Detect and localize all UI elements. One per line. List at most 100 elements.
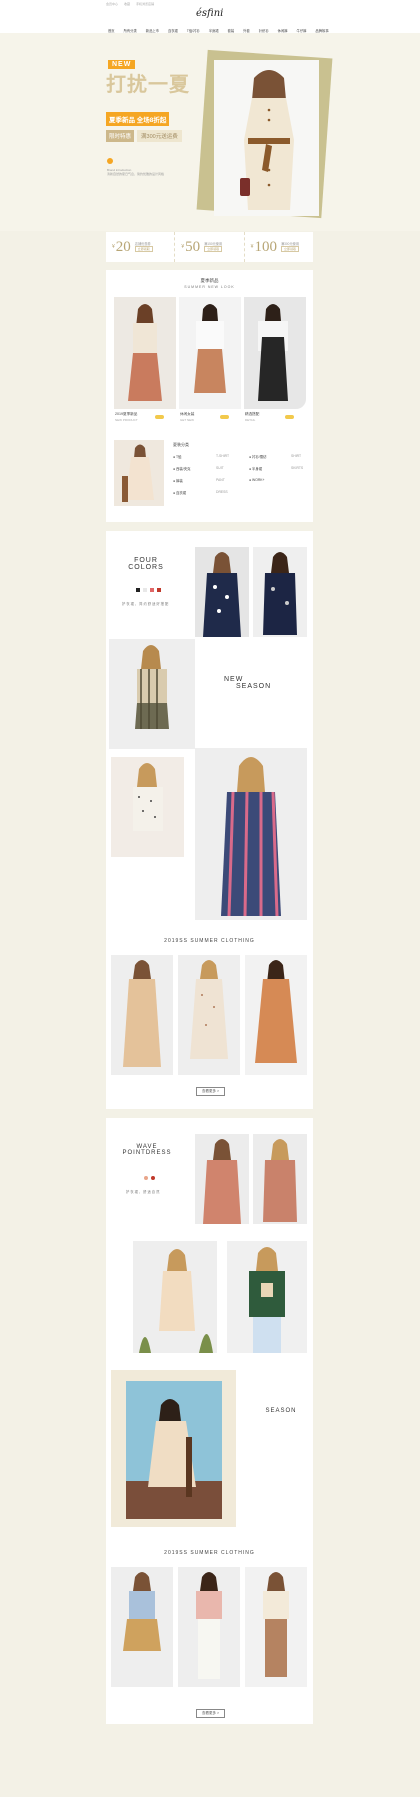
category-item[interactable]: ● WORK+	[249, 478, 265, 482]
coupon-info: 满150元使用 立即领取	[204, 242, 222, 252]
product-image[interactable]	[195, 547, 249, 637]
hero-subtitle: 夏季新品 全场8折起	[106, 112, 170, 126]
product-image[interactable]	[227, 1241, 307, 1353]
product-image[interactable]	[109, 639, 195, 749]
top-link[interactable]: 会员中心	[106, 2, 118, 6]
color-swatch[interactable]	[144, 1176, 148, 1180]
cat-name: 连衣裙	[176, 491, 187, 495]
product-image[interactable]	[178, 1567, 240, 1687]
coupon-info: 满300元使用 立即领取	[280, 242, 299, 252]
category-photo[interactable]	[114, 440, 164, 506]
header: 会员中心 收藏 手机浏览店铺 ésfini 首页 所有分类 新品上市 连衣裙 T…	[0, 0, 420, 33]
category-item[interactable]: ● 裤装	[173, 478, 183, 483]
title-line: FOUR	[134, 557, 158, 564]
cat-name: T恤	[175, 455, 182, 459]
color-swatch[interactable]	[151, 1176, 155, 1180]
color-swatch[interactable]	[136, 588, 140, 592]
promo-tag: 限时特惠	[106, 130, 135, 142]
four-colors-section: FOUR COLORS 护衣裙，简约舒适好搭配 NEW SEASON 2019S…	[106, 531, 313, 1109]
product-image[interactable]	[253, 1134, 307, 1224]
cat-name: 衬衫/雪纺	[252, 455, 267, 459]
title-line: POINTDRESS	[122, 1150, 172, 1156]
coupon-bar: ¥ 20 店铺优惠券 立即领取 ¥ 50 满150元使用 立即领取 ¥ 100 …	[106, 232, 313, 262]
coupon-item[interactable]: ¥ 100 满300元使用 立即领取	[245, 232, 313, 262]
product-image[interactable]	[114, 297, 176, 409]
more-button[interactable]: 查看更多 >	[196, 1087, 226, 1096]
section-title-cn: 夏季新品	[200, 278, 219, 283]
brand-logo[interactable]: ésfini	[196, 8, 223, 19]
wave-caption: 护衣裙，舒适自然	[126, 1190, 161, 1194]
top-link[interactable]: 收藏	[124, 2, 130, 6]
claim-button[interactable]: 立即领取	[280, 246, 299, 252]
clothing-title: 2019SS SUMMER CLOTHING	[164, 938, 255, 944]
clothing-title: 2019SS SUMMER CLOTHING	[164, 1550, 255, 1556]
cat-name: 裤装	[176, 479, 183, 483]
coupon-info: 店铺优惠券 立即领取	[134, 242, 153, 252]
product-image[interactable]	[111, 757, 184, 857]
currency-symbol: ¥	[250, 244, 254, 250]
category-en: PANT	[216, 478, 225, 482]
top-links: 会员中心 收藏 手机浏览店铺	[106, 2, 154, 6]
category-item[interactable]: ● 衬衫/雪纺	[249, 454, 267, 459]
title-line: COLORS	[128, 564, 164, 571]
product-image[interactable]	[245, 955, 307, 1075]
color-swatch[interactable]	[150, 588, 154, 592]
four-colors-caption: 护衣裙，简约舒适好搭配	[122, 602, 170, 606]
category-item[interactable]: ● 西装/夹克	[173, 466, 191, 471]
product-name[interactable]: 精选搭配	[245, 412, 259, 417]
summer-new-section: 夏季新品 SUMMER NEW LOOK 2019夏季新品 NEW PRODUC…	[106, 270, 313, 522]
pill-icon[interactable]	[155, 415, 164, 419]
product-name[interactable]: 2019夏季新品	[115, 412, 137, 417]
category-item[interactable]: ● T恤	[173, 454, 181, 459]
product-image[interactable]	[195, 1134, 249, 1224]
category-en: SHIRT	[291, 454, 302, 458]
product-image[interactable]	[253, 547, 307, 637]
product-name[interactable]: 休闲女装	[180, 412, 194, 417]
product-image[interactable]	[195, 748, 307, 920]
color-swatch[interactable]	[143, 588, 147, 592]
category-en: SKIRTS	[291, 466, 304, 470]
brand-intro: Brand introduction 清新自然的夏日气息，简约优雅的设计风格	[107, 168, 177, 176]
product-image[interactable]	[244, 297, 306, 409]
coupon-amount: 100	[254, 238, 277, 255]
promo-text: 满300元送运费	[137, 130, 182, 142]
coupon-amount: 20	[115, 238, 131, 255]
category-item[interactable]: ● 连衣裙	[173, 490, 186, 495]
product-en: DETAIL	[245, 418, 256, 422]
more-button[interactable]: 查看更多 >	[196, 1709, 226, 1718]
product-image[interactable]	[111, 955, 173, 1075]
wave-title: WAVE POINTDRESS	[118, 1144, 176, 1156]
store-page: 会员中心 收藏 手机浏览店铺 ésfini 首页 所有分类 新品上市 连衣裙 T…	[0, 0, 420, 1797]
product-image[interactable]	[178, 955, 240, 1075]
four-colors-title: FOUR COLORS	[116, 557, 176, 571]
claim-button[interactable]: 立即领取	[204, 246, 223, 252]
pill-icon[interactable]	[220, 415, 229, 419]
product-image[interactable]	[133, 1241, 217, 1353]
hero-title: 打扰一夏	[106, 74, 190, 96]
hero-model-photo[interactable]	[214, 60, 319, 216]
product-en: NEW PRODUCT	[115, 418, 138, 422]
category-en: T-SHIRT	[216, 454, 230, 458]
category-item[interactable]: ● 半身裙	[249, 466, 262, 471]
product-image[interactable]	[111, 1567, 173, 1687]
brand-intro-text: 清新自然的夏日气息，简约优雅的设计风格	[107, 172, 165, 176]
dot-icon	[107, 158, 113, 164]
product-image[interactable]	[126, 1381, 222, 1519]
cat-name: 半身裙	[252, 467, 263, 471]
color-swatch[interactable]	[157, 588, 161, 592]
category-en: DRESS	[216, 490, 228, 494]
season-title: SEASON	[265, 1408, 297, 1414]
currency-symbol: ¥	[181, 244, 185, 250]
product-en: GET NEW	[180, 418, 194, 422]
new-season-title: NEW SEASON	[224, 676, 284, 690]
cat-name: WORK+	[252, 478, 265, 482]
pill-icon[interactable]	[285, 415, 294, 419]
coupon-item[interactable]: ¥ 50 满150元使用 立即领取	[175, 232, 245, 262]
product-image[interactable]	[245, 1567, 307, 1687]
cat-name: 西装/夹克	[176, 467, 191, 471]
coupon-item[interactable]: ¥ 20 店铺优惠券 立即领取	[106, 232, 176, 262]
product-image[interactable]	[179, 297, 241, 409]
claim-button[interactable]: 立即领取	[134, 246, 153, 252]
wave-section: WAVE POINTDRESS 护衣裙，舒适自然 SEASON 2019SS S…	[106, 1118, 313, 1724]
top-link[interactable]: 手机浏览店铺	[136, 2, 154, 6]
